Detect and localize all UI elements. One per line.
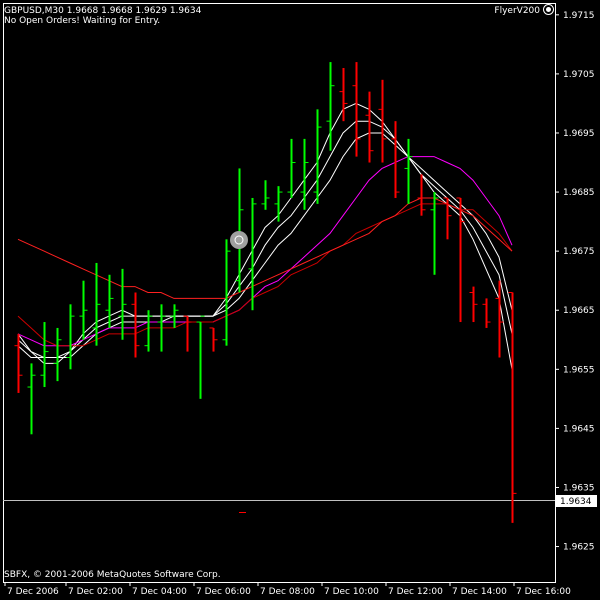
time-tick-label: 7 Dec 2006 bbox=[7, 587, 59, 597]
time-tick-label: 7 Dec 12:00 bbox=[388, 587, 443, 597]
status-text: No Open Orders! Waiting for Entry. bbox=[4, 16, 161, 26]
symbol-label: GBPUSD,M30 bbox=[4, 6, 64, 16]
time-tick-label: 7 Dec 08:00 bbox=[260, 587, 315, 597]
time-tick-label: 7 Dec 16:00 bbox=[516, 587, 571, 597]
indicator-settings-icon[interactable] bbox=[543, 4, 554, 15]
price-tick-label: 1.9645 bbox=[563, 424, 595, 434]
price-tick-label: 1.9695 bbox=[563, 129, 595, 139]
time-tick-label: 7 Dec 06:00 bbox=[196, 587, 251, 597]
time-tick-label: 7 Dec 14:00 bbox=[452, 587, 507, 597]
signal-marker-icon bbox=[230, 231, 248, 249]
indicator-name: FlyerV200 bbox=[494, 6, 540, 16]
time-tick-label: 7 Dec 02:00 bbox=[68, 587, 123, 597]
price-tick-label: 1.9675 bbox=[563, 247, 595, 257]
price-tick-label: 1.9665 bbox=[563, 306, 595, 316]
time-tick-label: 7 Dec 10:00 bbox=[324, 587, 379, 597]
price-tick-label: 1.9635 bbox=[563, 483, 595, 493]
time-tick-label: 7 Dec 04:00 bbox=[132, 587, 187, 597]
price-tick-label: 1.9715 bbox=[563, 11, 595, 21]
price-tick-label: 1.9705 bbox=[563, 70, 595, 80]
current-price-label: 1.9634 bbox=[560, 497, 592, 507]
symbol-header: GBPUSD,M30 1.9668 1.9668 1.9629 1.9634 bbox=[4, 6, 201, 16]
ohlc-values: 1.9668 1.9668 1.9629 1.9634 bbox=[66, 6, 202, 16]
price-tick-label: 1.9655 bbox=[563, 365, 595, 375]
price-tick-label: 1.9625 bbox=[563, 543, 595, 553]
price-tick-label: 1.9685 bbox=[563, 188, 595, 198]
price-chart[interactable]: 1.9715 1.9705 1.9695 1.9685 1.9675 1.9665 1.96… bbox=[0, 0, 600, 600]
copyright-text: SBFX, © 2001-2006 MetaQuotes Software Co… bbox=[4, 570, 221, 580]
